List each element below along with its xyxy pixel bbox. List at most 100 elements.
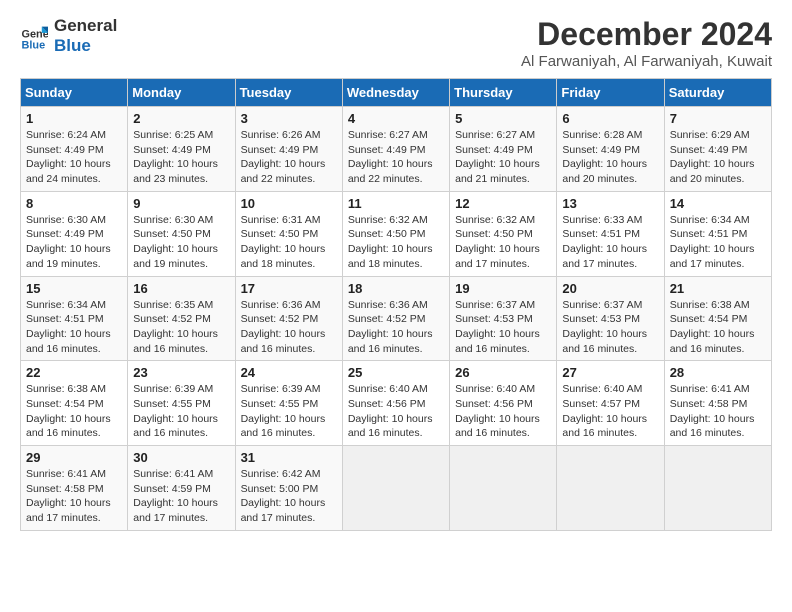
day-cell-14: 14 Sunrise: 6:34 AMSunset: 4:51 PMDaylig… (664, 191, 771, 276)
day-detail: Sunrise: 6:39 AMSunset: 4:55 PMDaylight:… (241, 383, 326, 439)
day-number: 18 (348, 281, 444, 296)
day-cell-8: 8 Sunrise: 6:30 AMSunset: 4:49 PMDayligh… (21, 191, 128, 276)
day-detail: Sunrise: 6:25 AMSunset: 4:49 PMDaylight:… (133, 129, 218, 185)
empty-cell (557, 446, 664, 531)
day-cell-23: 23 Sunrise: 6:39 AMSunset: 4:55 PMDaylig… (128, 361, 235, 446)
weekday-header-friday: Friday (557, 79, 664, 107)
day-cell-4: 4 Sunrise: 6:27 AMSunset: 4:49 PMDayligh… (342, 107, 449, 192)
day-number: 27 (562, 365, 658, 380)
day-number: 17 (241, 281, 337, 296)
weekday-header-tuesday: Tuesday (235, 79, 342, 107)
day-cell-11: 11 Sunrise: 6:32 AMSunset: 4:50 PMDaylig… (342, 191, 449, 276)
day-detail: Sunrise: 6:29 AMSunset: 4:49 PMDaylight:… (670, 129, 755, 185)
day-cell-13: 13 Sunrise: 6:33 AMSunset: 4:51 PMDaylig… (557, 191, 664, 276)
day-number: 16 (133, 281, 229, 296)
day-cell-25: 25 Sunrise: 6:40 AMSunset: 4:56 PMDaylig… (342, 361, 449, 446)
day-number: 9 (133, 196, 229, 211)
day-detail: Sunrise: 6:41 AMSunset: 4:58 PMDaylight:… (26, 468, 111, 524)
day-detail: Sunrise: 6:30 AMSunset: 4:50 PMDaylight:… (133, 214, 218, 270)
weekday-header-thursday: Thursday (450, 79, 557, 107)
day-detail: Sunrise: 6:31 AMSunset: 4:50 PMDaylight:… (241, 214, 326, 270)
day-cell-26: 26 Sunrise: 6:40 AMSunset: 4:56 PMDaylig… (450, 361, 557, 446)
day-detail: Sunrise: 6:38 AMSunset: 4:54 PMDaylight:… (26, 383, 111, 439)
weekday-header-wednesday: Wednesday (342, 79, 449, 107)
day-number: 22 (26, 365, 122, 380)
day-detail: Sunrise: 6:27 AMSunset: 4:49 PMDaylight:… (455, 129, 540, 185)
day-number: 14 (670, 196, 766, 211)
empty-cell (664, 446, 771, 531)
day-cell-19: 19 Sunrise: 6:37 AMSunset: 4:53 PMDaylig… (450, 276, 557, 361)
day-detail: Sunrise: 6:24 AMSunset: 4:49 PMDaylight:… (26, 129, 111, 185)
week-row-4: 22 Sunrise: 6:38 AMSunset: 4:54 PMDaylig… (21, 361, 772, 446)
svg-text:Blue: Blue (22, 39, 46, 50)
day-cell-29: 29 Sunrise: 6:41 AMSunset: 4:58 PMDaylig… (21, 446, 128, 531)
day-detail: Sunrise: 6:36 AMSunset: 4:52 PMDaylight:… (348, 299, 433, 355)
calendar-table: SundayMondayTuesdayWednesdayThursdayFrid… (20, 78, 772, 531)
day-detail: Sunrise: 6:41 AMSunset: 4:59 PMDaylight:… (133, 468, 218, 524)
day-cell-7: 7 Sunrise: 6:29 AMSunset: 4:49 PMDayligh… (664, 107, 771, 192)
day-cell-20: 20 Sunrise: 6:37 AMSunset: 4:53 PMDaylig… (557, 276, 664, 361)
day-detail: Sunrise: 6:41 AMSunset: 4:58 PMDaylight:… (670, 383, 755, 439)
weekday-header-row: SundayMondayTuesdayWednesdayThursdayFrid… (21, 79, 772, 107)
day-cell-9: 9 Sunrise: 6:30 AMSunset: 4:50 PMDayligh… (128, 191, 235, 276)
logo: General Blue General Blue (20, 16, 117, 55)
week-row-3: 15 Sunrise: 6:34 AMSunset: 4:51 PMDaylig… (21, 276, 772, 361)
day-cell-1: 1 Sunrise: 6:24 AMSunset: 4:49 PMDayligh… (21, 107, 128, 192)
day-cell-18: 18 Sunrise: 6:36 AMSunset: 4:52 PMDaylig… (342, 276, 449, 361)
empty-cell (450, 446, 557, 531)
day-detail: Sunrise: 6:27 AMSunset: 4:49 PMDaylight:… (348, 129, 433, 185)
day-cell-16: 16 Sunrise: 6:35 AMSunset: 4:52 PMDaylig… (128, 276, 235, 361)
day-cell-17: 17 Sunrise: 6:36 AMSunset: 4:52 PMDaylig… (235, 276, 342, 361)
week-row-5: 29 Sunrise: 6:41 AMSunset: 4:58 PMDaylig… (21, 446, 772, 531)
day-number: 4 (348, 111, 444, 126)
day-number: 5 (455, 111, 551, 126)
day-cell-27: 27 Sunrise: 6:40 AMSunset: 4:57 PMDaylig… (557, 361, 664, 446)
day-cell-30: 30 Sunrise: 6:41 AMSunset: 4:59 PMDaylig… (128, 446, 235, 531)
day-number: 3 (241, 111, 337, 126)
day-number: 24 (241, 365, 337, 380)
weekday-header-saturday: Saturday (664, 79, 771, 107)
day-number: 11 (348, 196, 444, 211)
day-number: 28 (670, 365, 766, 380)
day-cell-10: 10 Sunrise: 6:31 AMSunset: 4:50 PMDaylig… (235, 191, 342, 276)
day-detail: Sunrise: 6:26 AMSunset: 4:49 PMDaylight:… (241, 129, 326, 185)
day-detail: Sunrise: 6:32 AMSunset: 4:50 PMDaylight:… (455, 214, 540, 270)
day-detail: Sunrise: 6:39 AMSunset: 4:55 PMDaylight:… (133, 383, 218, 439)
day-number: 15 (26, 281, 122, 296)
day-detail: Sunrise: 6:40 AMSunset: 4:57 PMDaylight:… (562, 383, 647, 439)
week-row-1: 1 Sunrise: 6:24 AMSunset: 4:49 PMDayligh… (21, 107, 772, 192)
day-number: 2 (133, 111, 229, 126)
day-number: 10 (241, 196, 337, 211)
day-detail: Sunrise: 6:38 AMSunset: 4:54 PMDaylight:… (670, 299, 755, 355)
day-number: 21 (670, 281, 766, 296)
day-detail: Sunrise: 6:34 AMSunset: 4:51 PMDaylight:… (26, 299, 111, 355)
day-number: 6 (562, 111, 658, 126)
day-detail: Sunrise: 6:33 AMSunset: 4:51 PMDaylight:… (562, 214, 647, 270)
month-title: December 2024 (521, 16, 772, 53)
day-number: 26 (455, 365, 551, 380)
day-cell-15: 15 Sunrise: 6:34 AMSunset: 4:51 PMDaylig… (21, 276, 128, 361)
day-detail: Sunrise: 6:40 AMSunset: 4:56 PMDaylight:… (348, 383, 433, 439)
location-title: Al Farwaniyah, Al Farwaniyah, Kuwait (521, 53, 772, 70)
day-detail: Sunrise: 6:37 AMSunset: 4:53 PMDaylight:… (455, 299, 540, 355)
week-row-2: 8 Sunrise: 6:30 AMSunset: 4:49 PMDayligh… (21, 191, 772, 276)
day-number: 8 (26, 196, 122, 211)
weekday-header-monday: Monday (128, 79, 235, 107)
day-detail: Sunrise: 6:28 AMSunset: 4:49 PMDaylight:… (562, 129, 647, 185)
day-number: 12 (455, 196, 551, 211)
day-detail: Sunrise: 6:35 AMSunset: 4:52 PMDaylight:… (133, 299, 218, 355)
day-cell-31: 31 Sunrise: 6:42 AMSunset: 5:00 PMDaylig… (235, 446, 342, 531)
day-number: 31 (241, 450, 337, 465)
day-number: 25 (348, 365, 444, 380)
empty-cell (342, 446, 449, 531)
day-number: 23 (133, 365, 229, 380)
day-detail: Sunrise: 6:40 AMSunset: 4:56 PMDaylight:… (455, 383, 540, 439)
day-detail: Sunrise: 6:30 AMSunset: 4:49 PMDaylight:… (26, 214, 111, 270)
day-detail: Sunrise: 6:36 AMSunset: 4:52 PMDaylight:… (241, 299, 326, 355)
day-cell-5: 5 Sunrise: 6:27 AMSunset: 4:49 PMDayligh… (450, 107, 557, 192)
day-number: 20 (562, 281, 658, 296)
logo-line2: Blue (54, 36, 117, 56)
logo-icon: General Blue (20, 22, 48, 50)
day-cell-24: 24 Sunrise: 6:39 AMSunset: 4:55 PMDaylig… (235, 361, 342, 446)
day-detail: Sunrise: 6:42 AMSunset: 5:00 PMDaylight:… (241, 468, 326, 524)
